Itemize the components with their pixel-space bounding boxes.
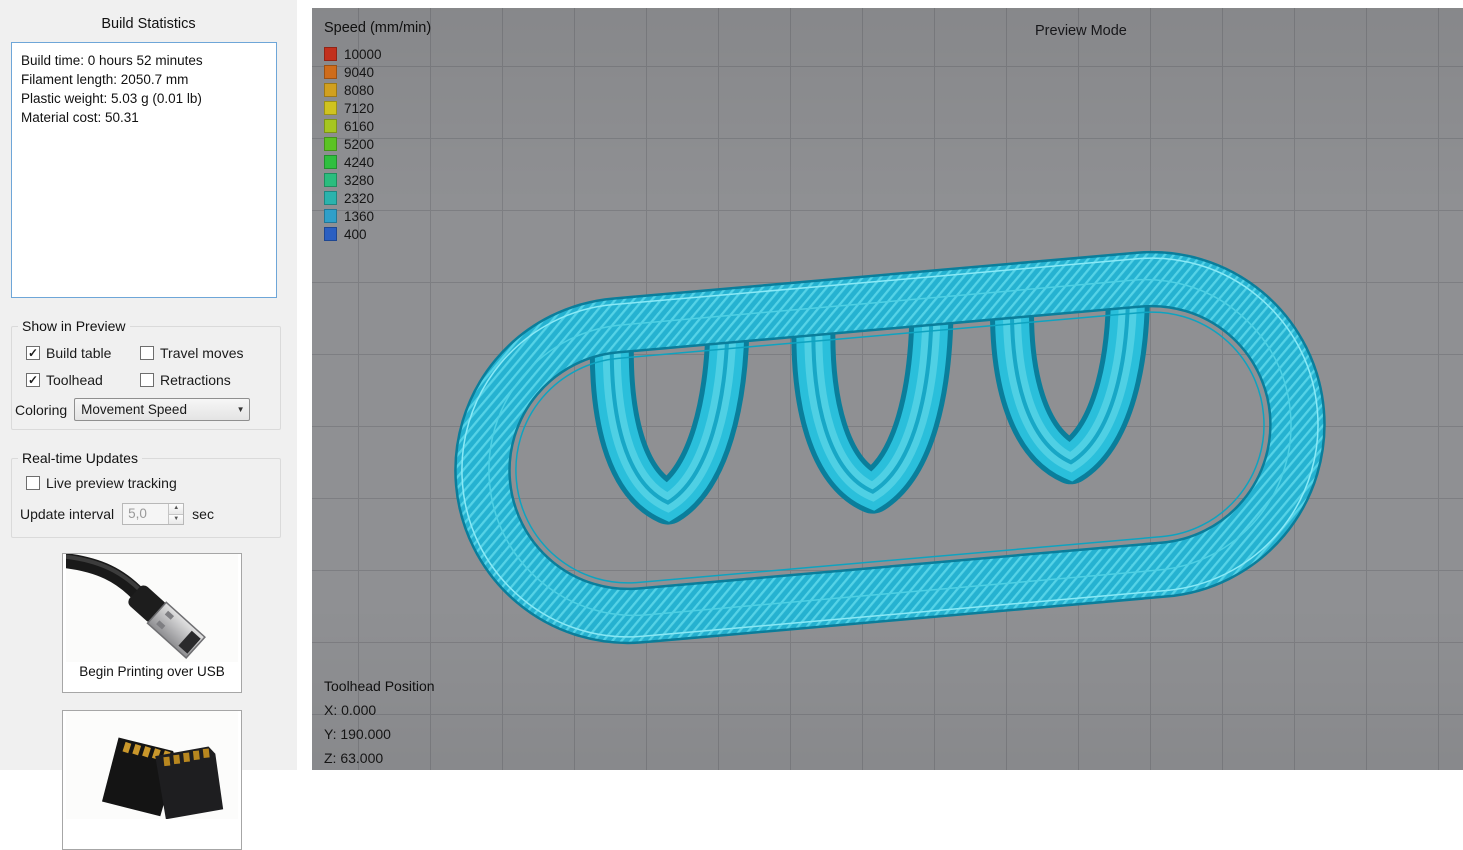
speed-legend: Speed (mm/min) 10000 9040 8080 7120 6160 5200… <box>324 20 431 243</box>
checkbox-box[interactable] <box>140 346 154 360</box>
legend-value: 5200 <box>344 136 375 152</box>
legend-entry: 4240 <box>324 153 431 171</box>
legend-color-swatch <box>324 65 337 79</box>
spinner-up-icon[interactable]: ▲ <box>169 504 184 515</box>
build-statistic-line: Filament length: 2050.7 mm <box>21 72 189 87</box>
checkbox-label: Build table <box>46 345 112 361</box>
legend-value: 4240 <box>344 154 375 170</box>
coloring-dropdown-value: Movement Speed <box>81 402 187 417</box>
legend-value: 400 <box>344 226 367 242</box>
legend-entry: 3280 <box>324 171 431 189</box>
spinner-down-icon[interactable]: ▼ <box>169 514 184 524</box>
legend-value: 9040 <box>344 64 375 80</box>
checkbox-live-preview-tracking[interactable]: Live preview tracking <box>26 475 177 491</box>
legend-color-swatch <box>324 83 337 97</box>
legend-entry: 1360 <box>324 207 431 225</box>
preview-mode-label: Preview Mode <box>1035 23 1127 39</box>
coloring-dropdown[interactable]: Movement Speed ▼ <box>74 398 251 421</box>
legend-color-swatch <box>324 227 337 241</box>
checkbox-label: Live preview tracking <box>46 475 177 491</box>
checkbox-retractions[interactable]: Retractions <box>140 372 280 388</box>
toolhead-z: Z: 63.000 <box>324 750 384 766</box>
toolhead-position: Toolhead Position X: 0.000 Y: 190.000 Z:… <box>324 678 435 774</box>
update-interval-spinner[interactable]: 5,0 ▲ ▼ <box>122 503 185 525</box>
build-statistics-title: Build Statistics <box>101 16 196 32</box>
build-statistic-line: Material cost: 50.31 <box>21 110 139 125</box>
update-interval-label: Update interval <box>20 506 115 522</box>
legend-entry: 400 <box>324 225 431 243</box>
coloring-label: Coloring <box>15 401 68 418</box>
chevron-down-icon[interactable]: ▼ <box>232 405 249 414</box>
printed-model-preview <box>454 250 1326 645</box>
begin-printing-usb-button[interactable]: Begin Printing over USB <box>62 553 242 693</box>
legend-entry: 5200 <box>324 135 431 153</box>
realtime-updates-group: Real-time Updates Live preview tracking … <box>11 450 281 538</box>
show-in-preview-title: Show in Preview <box>18 318 130 334</box>
checkbox-build-table[interactable]: ✓ Build table <box>26 345 140 361</box>
legend-value: 6160 <box>344 118 375 134</box>
update-interval-unit: sec <box>192 506 214 522</box>
legend-value: 3280 <box>344 172 375 188</box>
checkbox-checked-icon[interactable]: ✓ <box>26 373 40 387</box>
toolhead-y: Y: 190.000 <box>324 726 391 742</box>
checkbox-checked-icon[interactable]: ✓ <box>26 346 40 360</box>
usb-cable-photo <box>66 554 238 662</box>
sd-card-button[interactable] <box>62 710 242 850</box>
legend-color-swatch <box>324 47 337 61</box>
legend-entry: 10000 <box>324 45 431 63</box>
checkbox-label: Retractions <box>160 372 231 388</box>
show-in-preview-group: Show in Preview ✓ Build table Travel moves… <box>11 318 281 430</box>
legend-color-swatch <box>324 137 337 151</box>
checkbox-box[interactable] <box>26 476 40 490</box>
legend-value: 1360 <box>344 208 375 224</box>
legend-value: 10000 <box>344 46 382 62</box>
legend-color-swatch <box>324 101 337 115</box>
legend-entry: 6160 <box>324 117 431 135</box>
legend-color-swatch <box>324 191 337 205</box>
realtime-updates-title: Real-time Updates <box>18 450 142 466</box>
build-statistic-line: Build time: 0 hours 52 minutes <box>21 53 203 68</box>
update-interval-value[interactable]: 5,0 <box>123 504 169 524</box>
spinner-arrows[interactable]: ▲ ▼ <box>168 504 184 524</box>
legend-color-swatch <box>324 209 337 223</box>
build-statistics-text: Build time: 0 hours 52 minutes Filament l… <box>11 42 277 298</box>
speed-legend-entries: 10000 9040 8080 7120 6160 5200 4240 3280 2320 136… <box>324 45 431 243</box>
legend-entry: 7120 <box>324 99 431 117</box>
checkbox-label: Toolhead <box>46 372 103 388</box>
legend-entry: 2320 <box>324 189 431 207</box>
toolhead-x: X: 0.000 <box>324 702 377 718</box>
legend-value: 2320 <box>344 190 375 206</box>
speed-legend-title: Speed (mm/min) <box>324 20 432 36</box>
preview-checkboxes: ✓ Build table Travel moves ✓ Toolhead Retract… <box>12 327 280 388</box>
checkbox-travel-moves[interactable]: Travel moves <box>140 345 280 361</box>
viewport-canvas[interactable]: Speed (mm/min) 10000 9040 8080 7120 6160 5200… <box>312 8 1463 770</box>
build-statistic-line: Plastic weight: 5.03 g (0.01 lb) <box>21 91 202 106</box>
checkbox-label: Travel moves <box>160 345 244 361</box>
legend-color-swatch <box>324 173 337 187</box>
toolhead-position-title: Toolhead Position <box>324 678 435 694</box>
checkbox-toolhead[interactable]: ✓ Toolhead <box>26 372 140 388</box>
legend-entry: 8080 <box>324 81 431 99</box>
legend-entry: 9040 <box>324 63 431 81</box>
legend-value: 8080 <box>344 82 375 98</box>
legend-color-swatch <box>324 119 337 133</box>
sidebar: Build Statistics Build time: 0 hours 52 … <box>0 0 297 850</box>
legend-value: 7120 <box>344 100 375 116</box>
legend-color-swatch <box>324 155 337 169</box>
usb-button-label: Begin Printing over USB <box>79 664 225 679</box>
checkbox-box[interactable] <box>140 373 154 387</box>
sd-cards-photo <box>66 711 238 819</box>
